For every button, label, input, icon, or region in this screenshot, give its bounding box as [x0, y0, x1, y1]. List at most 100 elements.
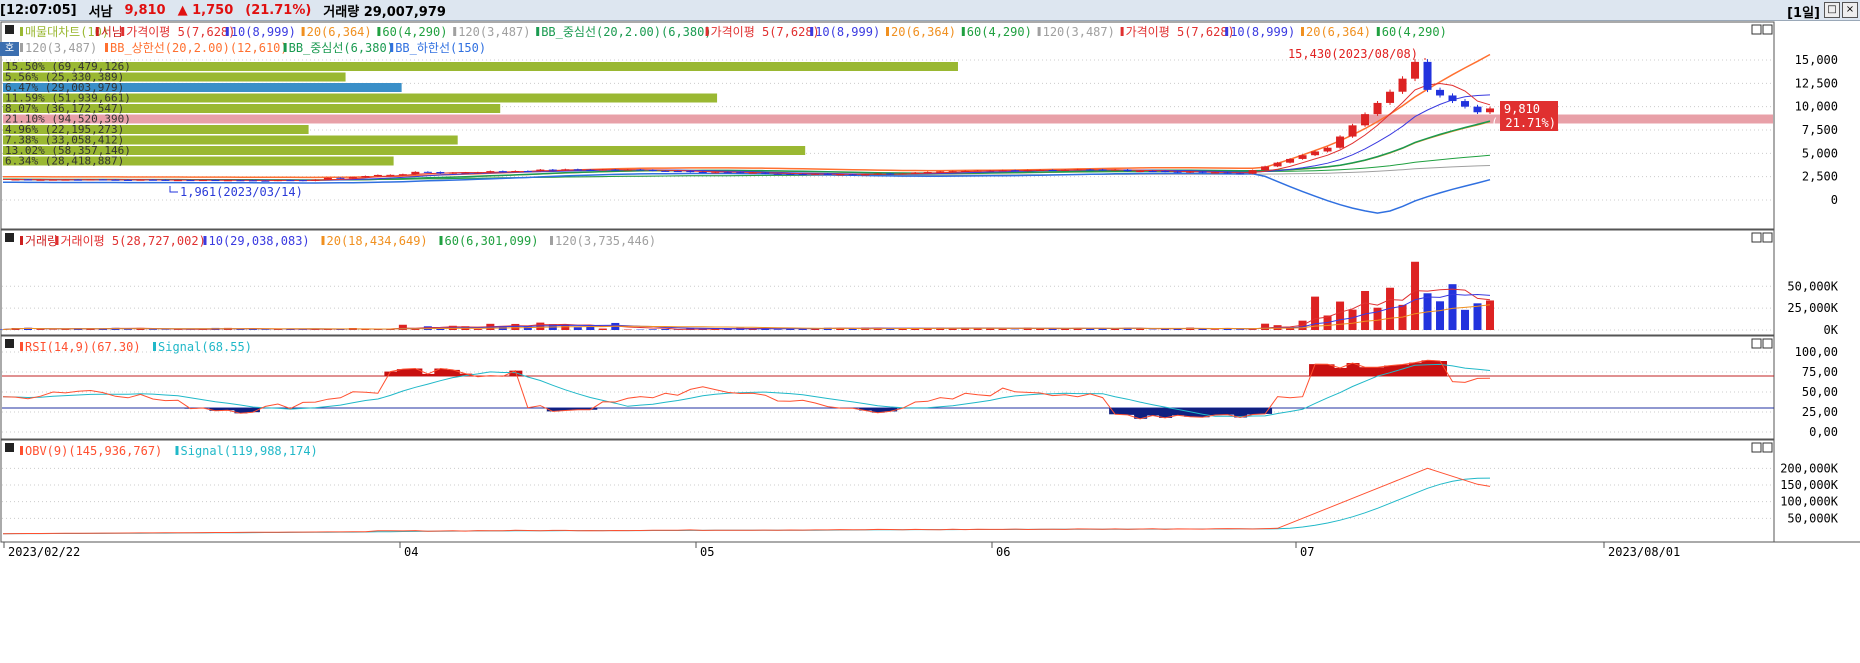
price-change-pct: (21.71%) [245, 2, 312, 18]
volume-y-tick: 25,000K [1787, 301, 1838, 315]
candle-body [61, 179, 70, 181]
candle-body [1248, 170, 1257, 174]
panel-close-icon [1762, 338, 1773, 349]
maximize-icon[interactable]: □ [1824, 2, 1840, 18]
candle-body [786, 173, 795, 175]
panel-marker [5, 443, 14, 452]
panel-close-icon [1762, 232, 1773, 243]
corner-label[interactable]: 호 [0, 42, 19, 56]
candle-body [461, 172, 470, 174]
volume-legend-item: 거래이평 5(28,727,002) [61, 234, 206, 248]
legend-swatch [20, 446, 23, 455]
x-axis-label: 2023/02/22 [8, 545, 80, 559]
volume-bar [1473, 303, 1482, 330]
candle-body [486, 171, 495, 173]
rsi-overbought-fill [384, 371, 398, 376]
rsi-series [2, 359, 1491, 420]
candle-body [1036, 169, 1045, 171]
rsi-y-tick: 75,00 [1802, 365, 1838, 379]
panel-marker [5, 233, 14, 242]
candle-body [211, 180, 220, 182]
candle-body [248, 180, 257, 182]
price-legend-item: 60(4,290) [967, 25, 1032, 39]
candle-body [148, 179, 157, 181]
candle-body [1373, 102, 1382, 115]
price-legend-item-2: BB_중심선(6,380) [289, 41, 394, 55]
volume-profile-label: 6.34% (28,418,887) [5, 155, 124, 168]
legend-swatch [95, 27, 99, 36]
candle-body [898, 173, 907, 175]
candle-body [86, 179, 95, 181]
volume-bar [598, 328, 607, 330]
x-axis-label: 05 [700, 545, 714, 559]
legend-swatch [153, 342, 156, 351]
rsi-y-tick: 25,00 [1802, 405, 1838, 419]
price-legend-item: 가격이평 5(7,628) [1126, 25, 1235, 39]
legend-swatch [390, 43, 394, 52]
rsi-overbought-fill [446, 369, 460, 376]
legend-swatch [961, 27, 965, 36]
volume-bar [1261, 323, 1270, 330]
rsi-overbought-fill [409, 368, 423, 376]
candle-body [361, 176, 370, 178]
candle-body [1211, 172, 1220, 174]
price-legend-item: 10(8,999) [231, 25, 296, 39]
candle-body [123, 179, 132, 181]
price-legend-item: 20(6,364) [1306, 25, 1371, 39]
price-legend-item: 가격이평 5(7,628) [711, 25, 820, 39]
candle-body [136, 179, 145, 181]
volume-profile-bar [3, 62, 958, 71]
volume-bar [236, 329, 245, 330]
candle-body [386, 174, 395, 176]
candle-body [861, 174, 870, 176]
candle-body [1086, 169, 1095, 171]
legend-swatch [810, 27, 814, 36]
candle-body [1023, 170, 1032, 172]
volume-bar [511, 323, 520, 330]
candle-body [373, 174, 382, 177]
candle-body [286, 180, 295, 182]
obv-signal-line [2, 477, 1491, 535]
volume-bar [661, 329, 670, 330]
volume-bar [61, 329, 70, 330]
rsi-y-tick: 100,00 [1795, 345, 1838, 359]
close-icon[interactable]: × [1842, 2, 1858, 18]
candle-body [698, 171, 707, 173]
candle-body [1261, 166, 1270, 171]
volume-bar [573, 327, 582, 330]
obv-y-tick: 50,000K [1787, 511, 1838, 525]
legend-swatch [20, 27, 23, 36]
high-label: 15,430(2023/08/08) [1288, 47, 1418, 61]
candle-body [661, 170, 670, 172]
candle-body [1486, 108, 1494, 113]
volume-bar [773, 329, 782, 330]
candle-body [723, 172, 732, 174]
candle-body [411, 171, 420, 175]
legend-swatch [1120, 27, 1124, 36]
legend-swatch [283, 43, 287, 52]
candle-body [598, 169, 607, 171]
legend-swatch [1037, 27, 1041, 36]
period-label[interactable]: [1일] [1787, 2, 1820, 21]
volume-bar [148, 329, 157, 330]
candle-body [636, 169, 645, 171]
candle-body [311, 179, 320, 181]
volume-bar [1436, 301, 1445, 330]
rsi-oversold-fill [1221, 408, 1235, 415]
candle-body [886, 173, 895, 175]
price-y-tick: 10,000 [1795, 100, 1838, 114]
legend-swatch [439, 236, 443, 245]
volume-legend-item: 120(3,735,446) [555, 234, 656, 248]
candle-body [436, 172, 445, 174]
price-legend-item: 20(6,364) [307, 25, 372, 39]
low-marker [169, 186, 178, 193]
volume-ma5-line [2, 288, 1491, 330]
x-axis-label: 04 [404, 545, 418, 559]
candle-body [73, 179, 82, 181]
candle-body [998, 170, 1007, 172]
candle-body [511, 170, 520, 172]
legend-swatch [1301, 27, 1304, 36]
candle-body [111, 179, 120, 181]
volume-legend-item: 20(18,434,649) [327, 234, 428, 248]
candle-body [523, 170, 532, 172]
